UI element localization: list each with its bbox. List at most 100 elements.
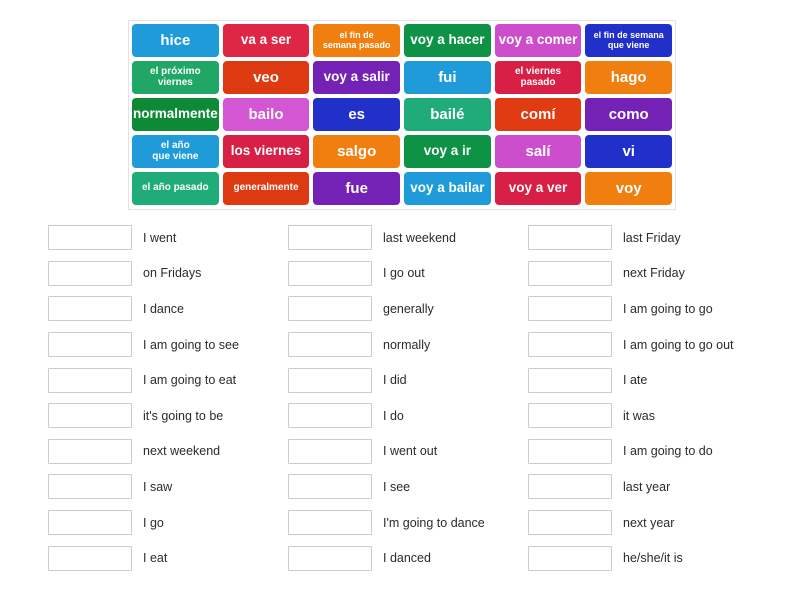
word-tile[interactable]: hago — [585, 61, 673, 94]
word-tile[interactable]: voy a bailar — [404, 172, 491, 205]
word-tile[interactable]: voy a salir — [313, 61, 401, 94]
answer-drop-box[interactable] — [288, 438, 372, 464]
answer-row: I do — [288, 398, 528, 434]
answer-row: I go — [48, 505, 288, 541]
answer-row: it was — [528, 398, 768, 434]
answer-label: I go out — [383, 266, 425, 281]
word-tile[interactable]: como — [585, 98, 673, 131]
answer-drop-box[interactable] — [288, 296, 372, 322]
word-tile[interactable]: el fin de semana que viene — [585, 24, 673, 57]
tile-row: el año pasado generalmente fue voy a bailar… — [132, 172, 673, 205]
answer-row: I am going to go out — [528, 327, 768, 363]
answer-label: normally — [383, 337, 431, 352]
answer-drop-box[interactable] — [48, 332, 132, 358]
answer-row: I'm going to dance — [288, 505, 528, 541]
tile-row: hice va a ser el fin de semana pasado voy a … — [132, 24, 673, 57]
answer-row: I eat — [48, 540, 288, 576]
answer-label: I do — [383, 408, 404, 423]
answer-drop-box[interactable] — [528, 438, 612, 464]
answer-drop-box[interactable] — [528, 510, 612, 536]
word-tile[interactable]: es — [313, 98, 401, 131]
answer-drop-box[interactable] — [528, 260, 612, 286]
word-tile[interactable]: el año pasado — [132, 172, 219, 205]
answer-label: last weekend — [383, 230, 456, 245]
word-tile[interactable]: normalmente — [132, 98, 219, 131]
answer-label: I am going to go — [623, 301, 713, 316]
answer-drop-box[interactable] — [528, 545, 612, 571]
answer-row: next year — [528, 505, 768, 541]
answer-drop-box[interactable] — [288, 510, 372, 536]
answer-label: next Friday — [623, 266, 685, 281]
answer-drop-box[interactable] — [288, 367, 372, 393]
word-tile[interactable]: comí — [494, 98, 582, 131]
word-tile[interactable]: hice — [132, 24, 219, 57]
word-tile[interactable]: el fin de semana pasado — [313, 24, 401, 57]
answer-column: I went on Fridays I dance I am going to see… — [48, 220, 288, 576]
answer-drop-box[interactable] — [288, 225, 372, 251]
word-tile[interactable]: generalmente — [222, 172, 310, 205]
word-tile[interactable]: fue — [313, 172, 401, 205]
answer-label: I danced — [383, 551, 431, 566]
answer-drop-box[interactable] — [48, 367, 132, 393]
answer-label: it was — [623, 408, 655, 423]
answer-drop-box[interactable] — [288, 332, 372, 358]
answer-label: next year — [623, 515, 675, 530]
answer-drop-box[interactable] — [48, 474, 132, 500]
word-tile[interactable]: voy a comer — [494, 24, 582, 57]
word-tile[interactable]: salgo — [313, 135, 401, 168]
word-tile[interactable]: el viernes pasado — [494, 61, 582, 94]
answer-drop-box[interactable] — [528, 403, 612, 429]
answer-drop-box[interactable] — [528, 296, 612, 322]
word-tile[interactable]: voy a ir — [404, 135, 491, 168]
answer-column: last Friday next Friday I am going to go I … — [528, 220, 768, 576]
word-tile[interactable]: bailé — [404, 98, 491, 131]
word-tile[interactable]: el año que viene — [132, 135, 219, 168]
answer-drop-box[interactable] — [288, 545, 372, 571]
answer-row: he/she/it is — [528, 540, 768, 576]
answer-drop-box[interactable] — [528, 474, 612, 500]
answer-drop-box[interactable] — [48, 260, 132, 286]
answer-row: I dance — [48, 291, 288, 327]
answer-row: I am going to eat — [48, 362, 288, 398]
word-tile[interactable]: va a ser — [222, 24, 310, 57]
word-tile[interactable]: salí — [494, 135, 582, 168]
answer-drop-box[interactable] — [48, 403, 132, 429]
word-tile[interactable]: voy a hacer — [404, 24, 491, 57]
word-tile[interactable]: fui — [404, 61, 491, 94]
answer-drop-box[interactable] — [288, 403, 372, 429]
answer-drop-box[interactable] — [48, 545, 132, 571]
answer-label: on Fridays — [143, 266, 202, 281]
answer-row: I am going to go — [528, 291, 768, 327]
answer-drop-box[interactable] — [288, 260, 372, 286]
answer-label: I am going to see — [143, 337, 239, 352]
answer-drop-box[interactable] — [48, 438, 132, 464]
answer-label: I go — [143, 515, 164, 530]
tile-row: normalmente bailo es bailé comí como — [132, 98, 673, 131]
word-tile[interactable]: veo — [222, 61, 310, 94]
answer-label: next weekend — [143, 444, 221, 459]
answer-drop-box[interactable] — [48, 296, 132, 322]
answer-label: I dance — [143, 301, 185, 316]
answer-drop-box[interactable] — [528, 367, 612, 393]
word-tile[interactable]: voy a ver — [494, 172, 582, 205]
answer-drop-box[interactable] — [48, 510, 132, 536]
answer-drop-box[interactable] — [48, 225, 132, 251]
word-tile[interactable]: vi — [585, 135, 673, 168]
answer-label: it's going to be — [143, 408, 224, 423]
answer-drop-box[interactable] — [288, 474, 372, 500]
answer-row: I go out — [288, 256, 528, 292]
answer-label: I see — [383, 479, 411, 494]
answer-row: last year — [528, 469, 768, 505]
answer-row: I did — [288, 362, 528, 398]
answer-label: I'm going to dance — [383, 515, 485, 530]
answer-drop-box[interactable] — [528, 332, 612, 358]
tile-row: el año que viene los viernes salgo voy a ir s… — [132, 135, 673, 168]
answer-label: I am going to eat — [143, 373, 237, 388]
word-tile[interactable]: el próximo viernes — [132, 61, 219, 94]
answer-drop-box[interactable] — [528, 225, 612, 251]
word-tile[interactable]: bailo — [222, 98, 310, 131]
answer-row: I went — [48, 220, 288, 256]
answer-row: I am going to do — [528, 434, 768, 470]
word-tile[interactable]: los viernes — [222, 135, 310, 168]
word-tile[interactable]: voy — [585, 172, 673, 205]
